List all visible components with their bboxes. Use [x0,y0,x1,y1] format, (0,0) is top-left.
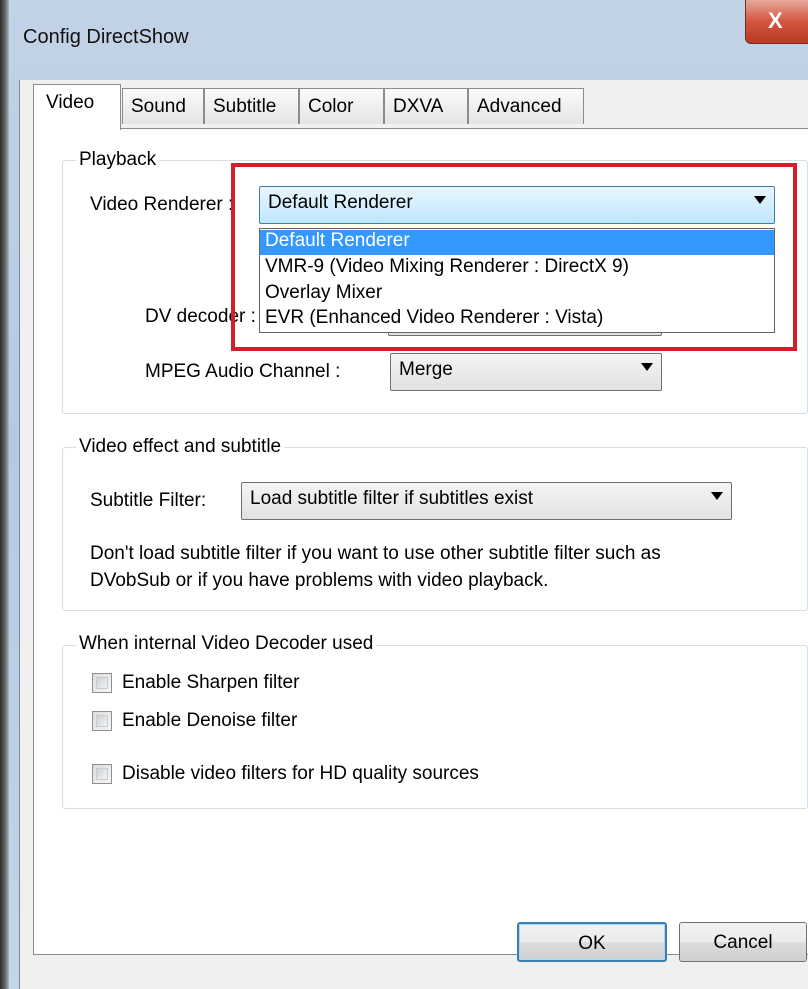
subtitle-filter-value: Load subtitle filter if subtitles exist [250,488,534,509]
window-title: Config DirectShow [23,26,189,48]
chevron-down-icon [641,363,653,371]
chevron-down-icon [711,492,723,500]
subtitle-note-line2: DVobSub or if you have problems with vid… [90,570,549,591]
video-renderer-value: Default Renderer [268,192,413,213]
subtitle-filter-select[interactable]: Load subtitle filter if subtitles exist [241,482,732,520]
tab-subtitle[interactable]: Subtitle [204,88,299,124]
renderer-option-vmr9[interactable]: VMR-9 (Video Mixing Renderer : DirectX 9… [260,256,774,281]
dv-decoder-label: DV decoder : [145,306,256,327]
disable-hd-label[interactable]: Disable video filters for HD quality sou… [122,763,479,785]
ok-button[interactable]: OK [517,922,667,962]
renderer-option-overlay-mixer[interactable]: Overlay Mixer [260,282,774,307]
mpeg-audio-label: MPEG Audio Channel : [145,361,341,382]
renderer-option-evr[interactable]: EVR (Enhanced Video Renderer : Vista) [260,307,774,332]
tab-color[interactable]: Color [299,88,384,124]
mpeg-audio-select[interactable]: Merge [390,353,662,391]
video-effect-legend: Video effect and subtitle [76,436,285,458]
cancel-button[interactable]: Cancel [679,922,807,962]
tab-dxva[interactable]: DXVA [384,88,468,124]
close-icon: X [768,8,783,33]
video-renderer-dropdown-list: Default Renderer VMR-9 (Video Mixing Ren… [259,228,775,333]
denoise-checkbox[interactable] [92,711,112,731]
background-window-edge [0,0,9,989]
video-renderer-select[interactable]: Default Renderer [259,186,775,224]
disable-hd-checkbox[interactable] [92,764,112,784]
video-renderer-label: Video Renderer : [90,194,234,215]
mpeg-audio-value: Merge [399,359,453,380]
tab-advanced[interactable]: Advanced [468,88,584,124]
close-button[interactable]: X [745,0,808,44]
decoder-legend: When internal Video Decoder used [76,633,377,655]
subtitle-note-line1: Don't load subtitle filter if you want t… [90,543,661,564]
chevron-down-icon [754,196,766,204]
playback-legend: Playback [76,149,160,171]
tab-video[interactable]: Video [33,84,121,130]
tab-sound[interactable]: Sound [122,88,204,124]
denoise-label[interactable]: Enable Denoise filter [122,710,297,732]
sharpen-label[interactable]: Enable Sharpen filter [122,672,299,694]
sharpen-checkbox[interactable] [92,673,112,693]
title-bar: Config DirectShow X [9,0,808,80]
renderer-option-default[interactable]: Default Renderer [260,230,774,255]
subtitle-filter-label: Subtitle Filter: [90,490,207,511]
